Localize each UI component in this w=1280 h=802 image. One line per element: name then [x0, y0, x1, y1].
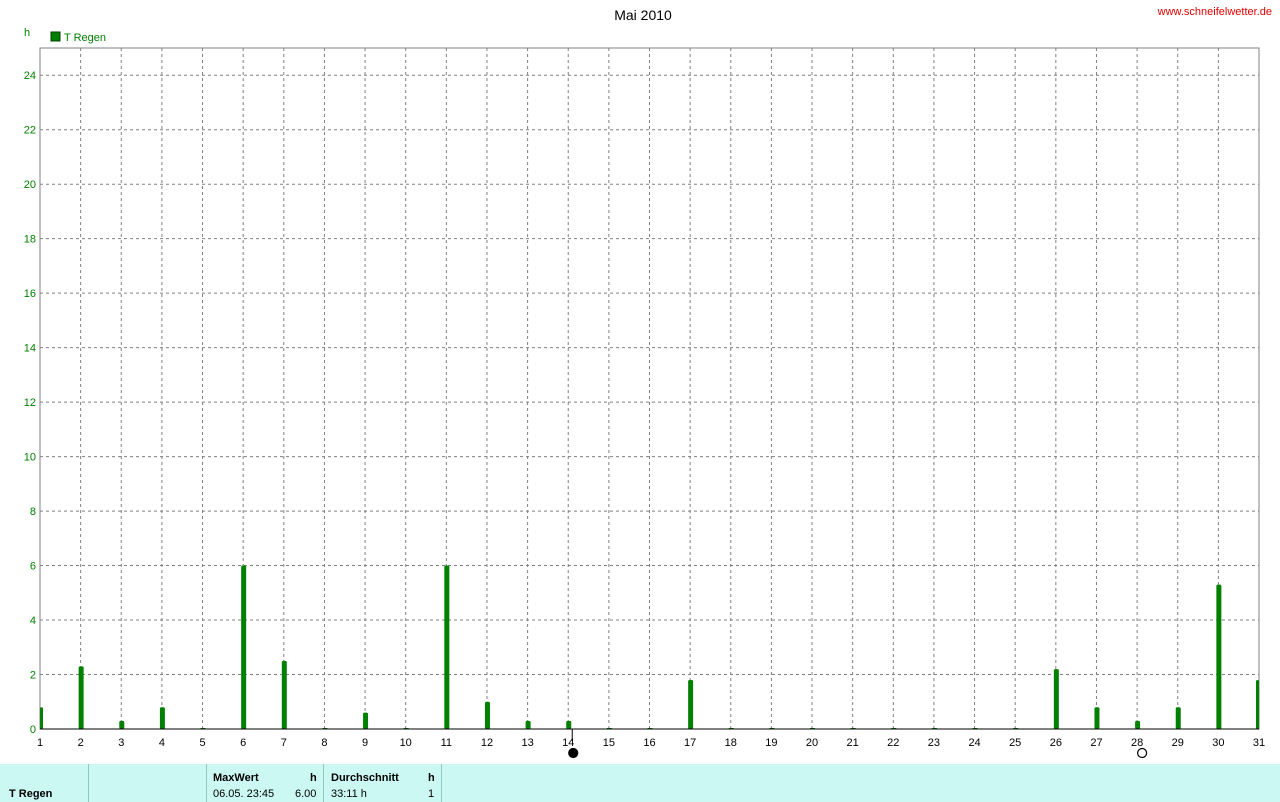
x-tick-label: 28 — [1131, 737, 1143, 749]
legend-swatch — [50, 31, 61, 42]
x-tick-label: 16 — [643, 737, 655, 749]
rain-bar — [363, 712, 369, 729]
footer-max-date: 06.05. 23:45 — [213, 788, 275, 800]
x-tick-label: 1 — [37, 737, 43, 749]
rain-bar — [159, 707, 165, 729]
x-tick-label: 24 — [968, 737, 980, 749]
chart-title: Mai 2010 — [614, 7, 672, 23]
rain-bar — [1135, 720, 1141, 729]
x-tick-label: 8 — [321, 737, 327, 749]
footer-avg-header: Durchschnitt — [331, 772, 399, 784]
y-tick-label: 8 — [30, 506, 36, 518]
x-tick-label: 2 — [78, 737, 84, 749]
y-tick-label: 18 — [24, 234, 36, 246]
x-tick-label: 25 — [1009, 737, 1021, 749]
legend-label: T Regen — [64, 32, 106, 44]
new-moon-icon — [568, 747, 579, 759]
x-tick-label: 10 — [400, 737, 412, 749]
y-tick-label: 10 — [24, 452, 36, 464]
x-tick-label: 29 — [1172, 737, 1184, 749]
rain-duration-chart: Mai 2010 www.schneifelwetter.de h T Rege… — [24, 6, 1272, 759]
y-tick-label: 22 — [24, 125, 36, 137]
x-tick-label: 19 — [765, 737, 777, 749]
rain-bar — [119, 720, 125, 729]
y-tick-label: 20 — [24, 179, 36, 191]
x-tick-label: 27 — [1090, 737, 1102, 749]
x-tick-label: 26 — [1050, 737, 1062, 749]
y-ticks: 024681012141618202224 — [24, 70, 36, 736]
rain-bar — [525, 720, 531, 729]
website-link[interactable]: www.schneifelwetter.de — [1157, 6, 1272, 18]
rain-bar — [1175, 707, 1181, 729]
x-tick-label: 15 — [603, 737, 615, 749]
rain-bar — [241, 565, 247, 729]
x-tick-label: 12 — [481, 737, 493, 749]
rain-bar — [688, 679, 694, 729]
footer-max-header: MaxWert — [213, 772, 259, 784]
rain-bar — [484, 701, 490, 729]
y-tick-label: 16 — [24, 288, 36, 300]
footer-rest-cell — [441, 764, 1280, 802]
y-tick-label: 12 — [24, 397, 36, 409]
y-tick-label: 2 — [30, 670, 36, 682]
y-axis-unit: h — [24, 27, 30, 39]
footer-series-label: T Regen — [9, 788, 53, 800]
x-tick-label: 3 — [118, 737, 124, 749]
footer-max-cell: MaxWert h 06.05. 23:45 6.00 — [206, 764, 323, 802]
x-tick-label: 31 — [1253, 737, 1265, 749]
footer-empty-cell — [88, 764, 207, 802]
x-tick-label: 4 — [159, 737, 165, 749]
rain-bar — [1053, 669, 1059, 729]
statistics-footer: T Regen MaxWert h 06.05. 23:45 6.00 Durc… — [0, 764, 1280, 802]
footer-avg-value: 33:11 h — [331, 788, 367, 800]
x-tick-label: 13 — [521, 737, 533, 749]
x-tick-label: 5 — [199, 737, 205, 749]
rain-bar — [566, 720, 572, 729]
x-tick-label: 17 — [684, 737, 696, 749]
y-tick-label: 24 — [24, 70, 36, 82]
x-tick-label: 22 — [887, 737, 899, 749]
rain-bar — [281, 660, 287, 729]
rain-bar — [1094, 707, 1100, 729]
footer-avg-unit: h — [428, 772, 435, 784]
x-tick-label: 11 — [441, 737, 452, 749]
y-tick-label: 14 — [24, 343, 36, 355]
rain-bar — [444, 565, 450, 729]
footer-avg-cell: Durchschnitt h 33:11 h 1 — [323, 764, 442, 802]
rain-bar — [40, 707, 43, 729]
footer-avg-count: 1 — [428, 788, 435, 800]
y-tick-label: 0 — [30, 724, 36, 736]
full-moon-icon — [1136, 747, 1148, 759]
x-tick-label: 18 — [725, 737, 737, 749]
x-tick-label: 23 — [928, 737, 940, 749]
y-tick-label: 6 — [30, 561, 36, 573]
footer-max-value: 6.00 — [295, 788, 317, 800]
x-tick-label: 7 — [281, 737, 287, 749]
x-tick-label: 21 — [847, 737, 859, 749]
footer-series-cell: T Regen — [0, 764, 88, 802]
rain-bar — [1256, 679, 1259, 729]
rain-bar — [78, 666, 84, 729]
footer-max-unit: h — [310, 772, 317, 784]
x-ticks: 1 2 3 4 5 6 7 8 9 10 11 12 13 14 15 16 17 18 19 20 21 22 23 24 2… — [37, 737, 1265, 749]
y-tick-label: 4 — [30, 615, 36, 627]
x-tick-label: 6 — [240, 737, 246, 749]
x-tick-label: 20 — [806, 737, 818, 749]
x-tick-label: 9 — [362, 737, 368, 749]
x-tick-label: 30 — [1212, 737, 1224, 749]
rain-bar — [1216, 584, 1222, 729]
